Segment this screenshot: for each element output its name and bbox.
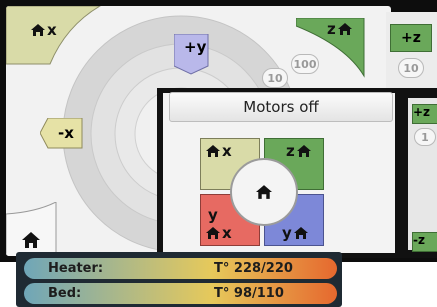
step-10-button[interactable]: 10 <box>262 68 288 88</box>
plus-y-label: +y <box>184 38 207 56</box>
home-y-label-group: y <box>282 224 308 242</box>
front-minus-z-button[interactable]: -z <box>412 232 437 252</box>
home-icon <box>256 185 272 199</box>
step-100-button[interactable]: 100 <box>291 54 319 74</box>
front-plus-z-button[interactable]: +z <box>412 104 437 124</box>
home-x2-label: x <box>222 224 232 242</box>
home-icon <box>293 227 308 239</box>
motors-off-button[interactable]: Motors off <box>169 92 393 122</box>
minus-x-label: -x <box>58 124 74 142</box>
home-quad: x z y x y <box>200 138 324 250</box>
home-z-button[interactable]: z <box>327 20 352 38</box>
heater-bar: Heater: T° 228/220 <box>24 258 337 279</box>
plus-z-button[interactable]: +z <box>390 24 432 52</box>
z-step-10-button[interactable]: 10 <box>398 58 424 78</box>
home-x-label-group: x <box>206 142 232 160</box>
heater-value: T° 228/220 <box>214 261 293 276</box>
home-z-label: z <box>286 142 295 160</box>
home-icon <box>296 145 311 157</box>
home-all-corner[interactable] <box>6 202 76 256</box>
home-z-label: z <box>327 20 336 38</box>
home-xy-label-group: x <box>206 224 232 242</box>
home-x-button[interactable]: x <box>31 21 57 39</box>
home-y-letter: y <box>208 206 218 224</box>
home-icon <box>337 23 352 35</box>
home-z-label-group: z <box>286 142 311 160</box>
front-step-button[interactable]: 1 <box>414 128 436 146</box>
home-icon <box>206 227 220 239</box>
home-icon <box>31 24 45 36</box>
bed-label: Bed: <box>48 286 82 301</box>
home-all-button[interactable] <box>230 158 298 226</box>
home-icon <box>206 145 220 157</box>
heater-label: Heater: <box>48 261 104 276</box>
home-x-label: x <box>222 142 232 160</box>
bed-bar: Bed: T° 98/110 <box>24 283 337 304</box>
home-x-label: x <box>47 21 57 39</box>
home-y-label: y <box>282 224 292 242</box>
bed-value: T° 98/110 <box>214 286 284 301</box>
